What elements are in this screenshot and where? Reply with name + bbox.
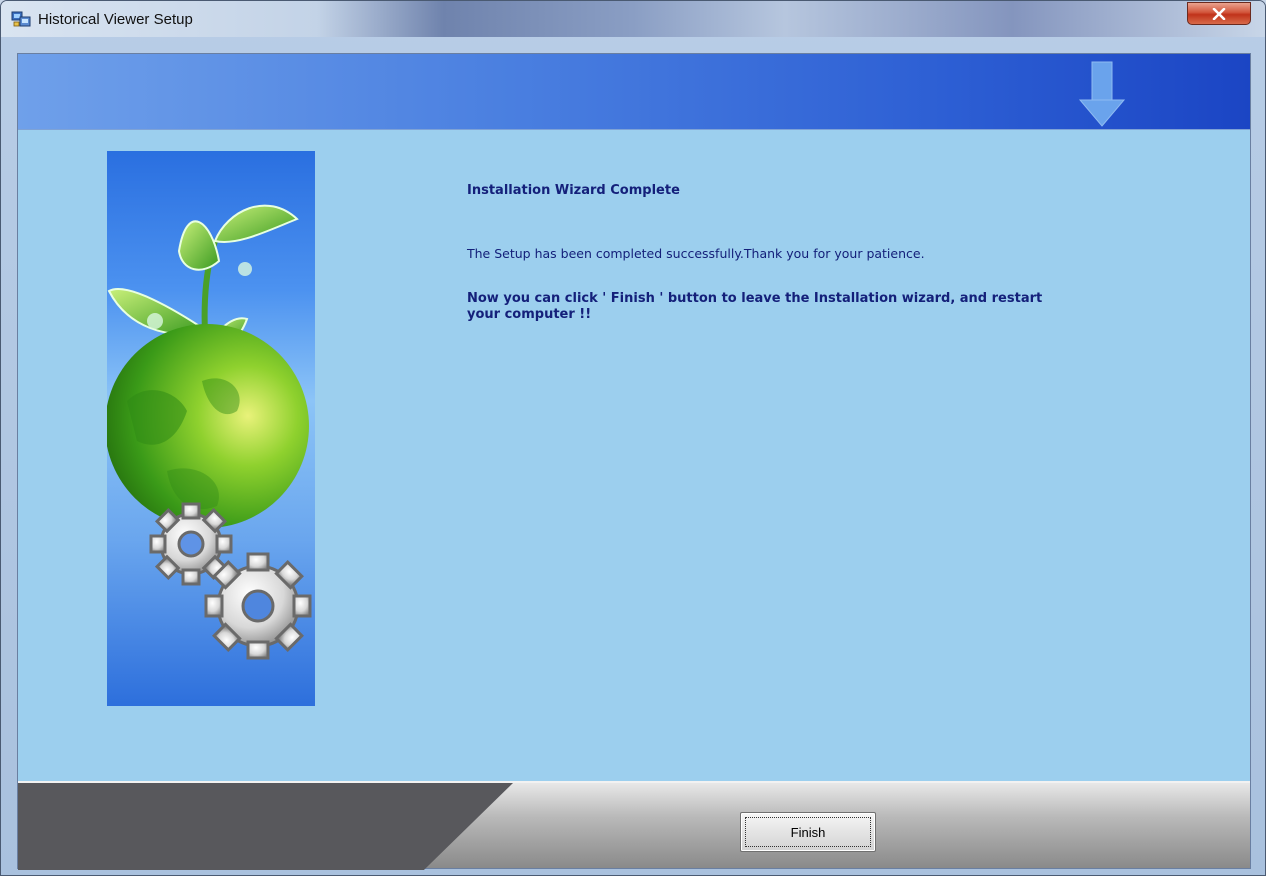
setup-computer-icon <box>11 11 31 27</box>
wizard-banner <box>18 54 1250 130</box>
completion-message: The Setup has been completed successfull… <box>467 246 925 261</box>
wizard-content: Installation Wizard Complete The Setup h… <box>18 131 1250 781</box>
footer-dark-panel <box>18 783 513 870</box>
wizard-client-area: Installation Wizard Complete The Setup h… <box>17 53 1251 870</box>
window-title: Historical Viewer Setup <box>38 11 193 28</box>
finish-button[interactable]: Finish <box>740 812 876 852</box>
globe-plant-gears-illustration <box>105 151 315 706</box>
wizard-footer: Finish <box>18 781 1250 870</box>
close-button[interactable] <box>1187 2 1251 25</box>
focus-rectangle <box>745 817 871 847</box>
wizard-heading: Installation Wizard Complete <box>467 183 680 198</box>
title-bar[interactable]: Historical Viewer Setup <box>1 1 1265 37</box>
download-arrow-icon <box>1078 61 1126 127</box>
finish-instruction: Now you can click ' Finish ' button to l… <box>467 291 1043 322</box>
setup-window: Historical Viewer Setup Installation Wiz… <box>0 0 1266 876</box>
close-icon <box>1212 7 1226 20</box>
